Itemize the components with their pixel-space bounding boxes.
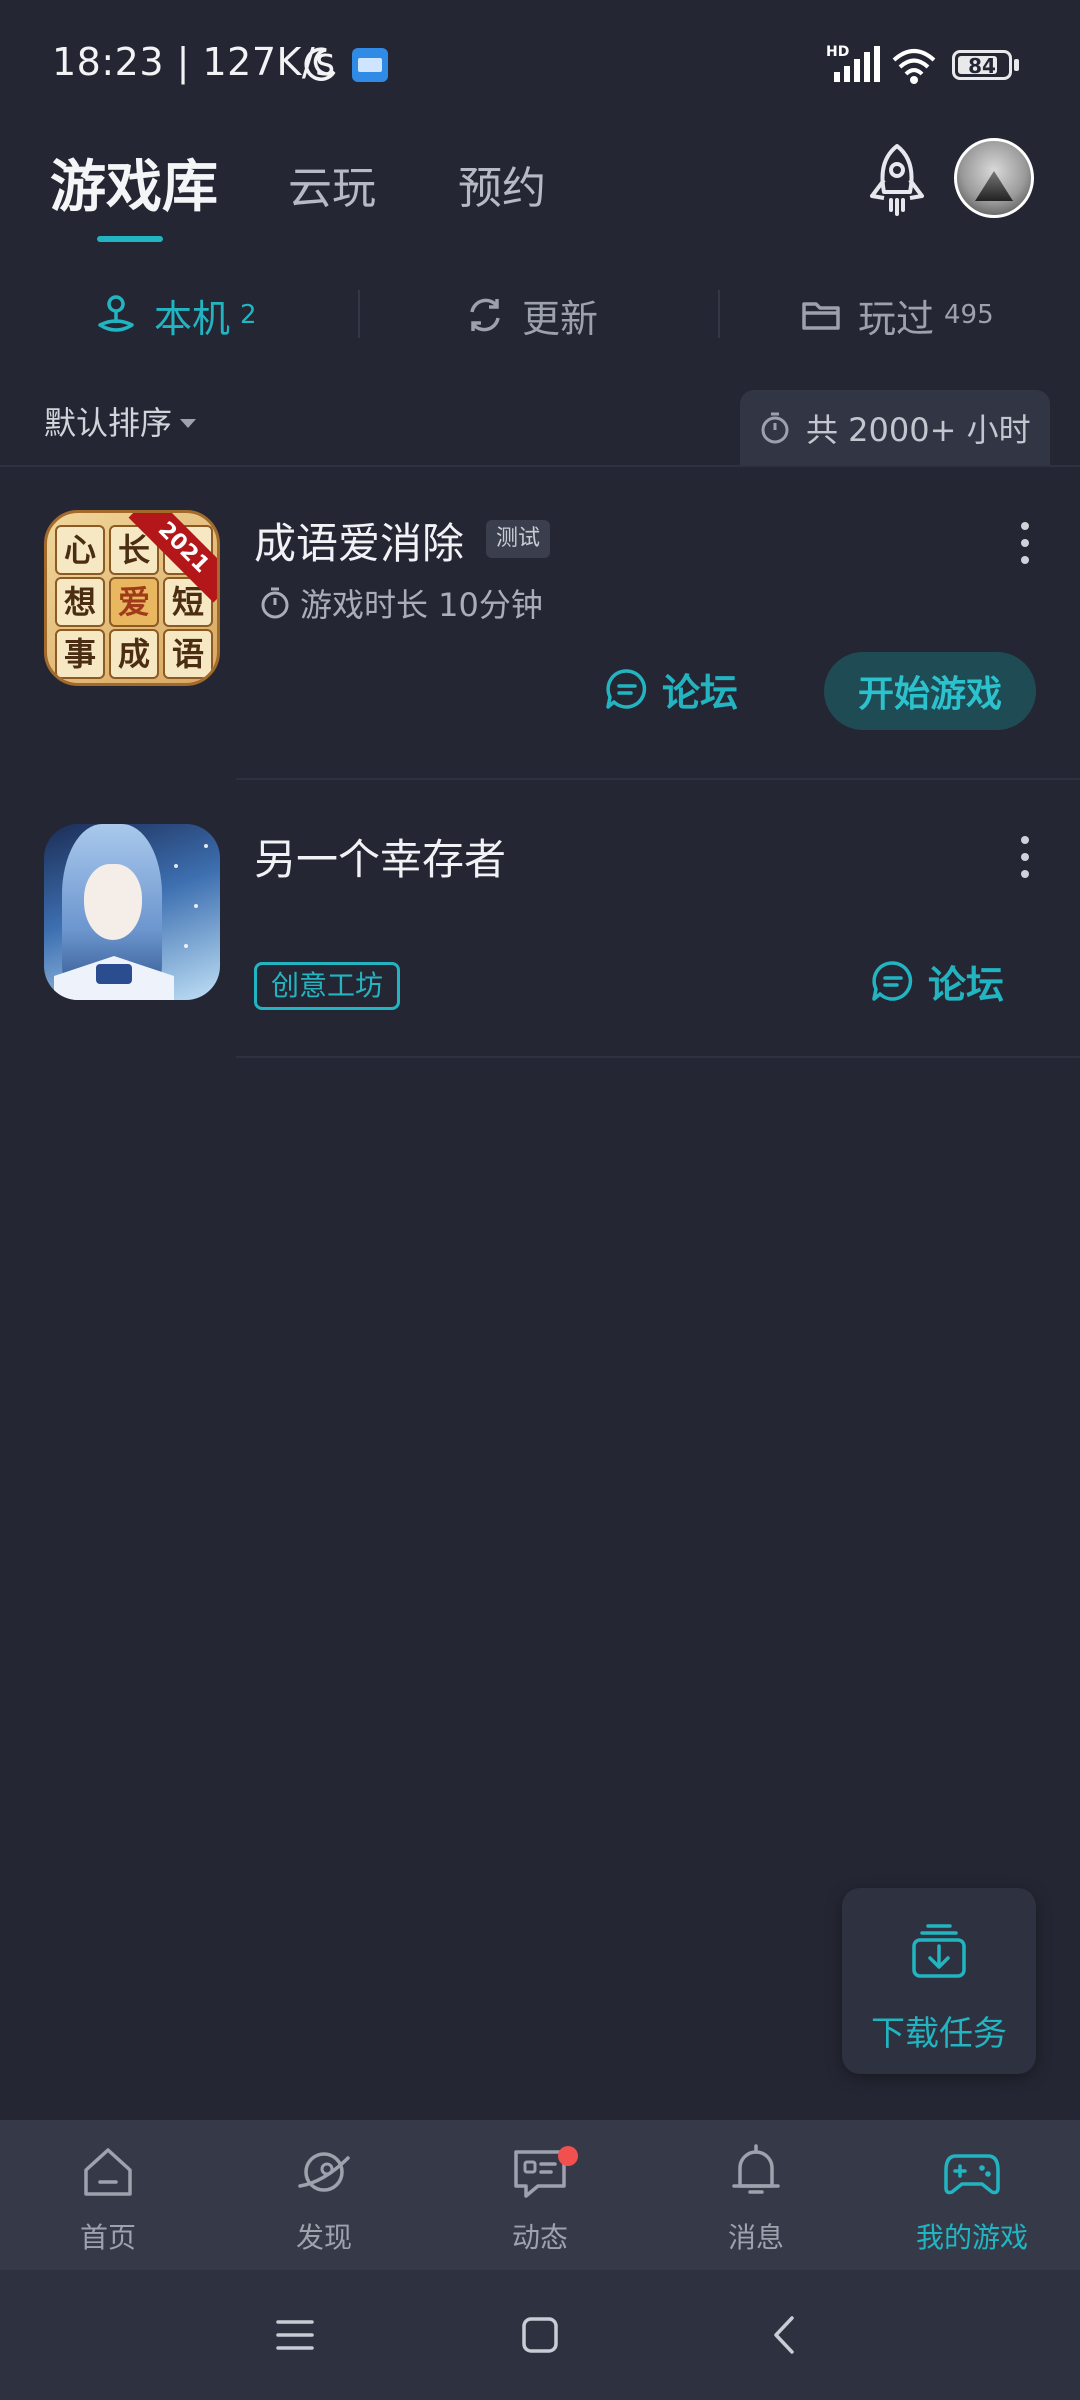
game-icon-survivor[interactable] [44, 824, 220, 1000]
idiom-char: 成 [109, 629, 159, 679]
start-game-button[interactable]: 开始游戏 [824, 652, 1036, 730]
joystick-icon [98, 295, 134, 332]
subtab-updates[interactable]: 更新 [464, 288, 598, 342]
forum-button[interactable]: 论坛 [604, 662, 738, 717]
game-playtime: 游戏时长 10分钟 [258, 580, 543, 626]
forum-label: 论坛 [662, 671, 739, 715]
forum-icon [872, 960, 913, 1001]
divider [236, 1056, 1080, 1058]
sort-dropdown[interactable]: 默认排序 [44, 398, 197, 444]
timer-icon [761, 412, 789, 444]
idiom-char: 爱 [109, 577, 159, 627]
divider [0, 465, 1080, 467]
menu-icon[interactable] [270, 2310, 320, 2360]
rocket-icon[interactable] [858, 140, 936, 220]
system-navigation-bar [0, 2270, 1080, 2400]
battery-icon: 84 [952, 50, 1012, 80]
gamepad-icon [944, 2154, 1000, 2195]
subtab-played-count: 495 [944, 300, 994, 330]
test-tag: 测试 [486, 520, 551, 558]
subtab-local-count: 2 [240, 300, 257, 330]
game-title[interactable]: 成语爱消除 [254, 510, 464, 571]
nav-feed[interactable]: 动态 [432, 2120, 648, 2270]
subtab-played[interactable]: 玩过 495 [800, 288, 994, 342]
nav-messages[interactable]: 消息 [648, 2120, 864, 2270]
subtab-divider [358, 290, 360, 338]
bottom-navigation: 首页 发现 动态 消息 我的游戏 [0, 2120, 1080, 2270]
signal-icon [834, 46, 880, 82]
game-icon-idiom[interactable]: 心 长 想 爱 短 事 成 语 2021 [44, 510, 220, 686]
status-time-speed: 18:23 | 127K/s [52, 40, 336, 84]
total-playtime: 共 2000+ 小时 [806, 411, 1031, 449]
subtab-updates-label: 更新 [522, 296, 599, 341]
total-playtime-badge: 共 2000+ 小时 [740, 390, 1050, 466]
home-icon [84, 2148, 132, 2196]
game-library-screen: 18:23 | 127K/s HD 84 游戏库 云玩 预约 本机 2 更新 玩… [0, 0, 1080, 2400]
status-bar: 18:23 | 127K/s HD 84 [0, 0, 1080, 130]
nav-discover[interactable]: 发现 [216, 2120, 432, 2270]
forum-label: 论坛 [928, 963, 1005, 1007]
sort-row: 默认排序 共 2000+ 小时 [0, 380, 1080, 466]
bell-icon [732, 2144, 780, 2194]
workshop-tag[interactable]: 创意工坊 [254, 962, 401, 1010]
forum-icon [606, 668, 647, 709]
more-options-icon[interactable] [1010, 832, 1040, 882]
battery-level: 84 [968, 54, 996, 78]
nav-messages-label: 消息 [727, 2221, 784, 2254]
subtab-local[interactable]: 本机 2 [94, 288, 257, 342]
nav-home[interactable]: 首页 [0, 2120, 216, 2270]
tab-reservations[interactable]: 预约 [458, 152, 546, 216]
app-notification-icon [352, 48, 388, 82]
subtab-divider [718, 290, 720, 338]
playtime-text: 游戏时长 10分钟 [300, 586, 543, 624]
subtab-local-label: 本机 [154, 296, 231, 341]
tab-cloud-play[interactable]: 云玩 [288, 152, 376, 216]
more-options-icon[interactable] [1010, 518, 1040, 568]
user-avatar[interactable] [954, 138, 1034, 218]
wifi-icon [892, 49, 936, 84]
home-square-icon[interactable] [515, 2310, 565, 2360]
forum-button[interactable]: 论坛 [870, 954, 1004, 1009]
idiom-char: 事 [55, 629, 105, 679]
nav-my-games[interactable]: 我的游戏 [864, 2120, 1080, 2270]
divider [236, 778, 1080, 780]
idiom-char: 想 [55, 577, 105, 627]
download-tray-icon [912, 1924, 966, 1978]
folder-icon [802, 302, 840, 330]
nav-discover-label: 发现 [295, 2221, 352, 2254]
nav-home-label: 首页 [79, 2221, 136, 2254]
timer-icon [261, 587, 289, 619]
nav-feed-label: 动态 [511, 2221, 568, 2254]
subtab-played-label: 玩过 [858, 296, 935, 341]
download-tasks-label: 下载任务 [871, 2014, 1007, 2054]
moon-icon [304, 47, 336, 81]
refresh-icon [470, 298, 500, 332]
nav-my-games-label: 我的游戏 [915, 2221, 1028, 2254]
back-icon[interactable] [760, 2310, 810, 2360]
download-tasks-button[interactable]: 下载任务 [842, 1888, 1036, 2074]
planet-icon [298, 2152, 350, 2192]
game-title[interactable]: 另一个幸存者 [254, 826, 506, 887]
library-subtabs: 本机 2 更新 玩过 495 [0, 270, 1080, 360]
notification-dot [558, 2146, 578, 2166]
idiom-char: 心 [55, 525, 105, 575]
active-tab-indicator [97, 236, 163, 242]
idiom-char: 语 [163, 629, 213, 679]
sort-label: 默认排序 [44, 404, 173, 442]
tab-game-library[interactable]: 游戏库 [50, 142, 218, 223]
battery-nub [1014, 59, 1019, 71]
caret-down-icon [180, 418, 197, 428]
